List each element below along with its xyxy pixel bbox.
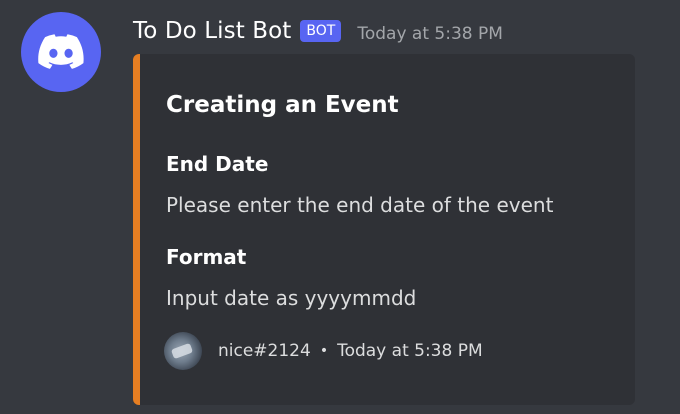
embed-field-value-format: Input date as yyyymmdd	[166, 286, 417, 310]
footer-author-name: nice#2124	[218, 341, 311, 361]
chat-message: To Do List Bot BOT Today at 5:38 PM Crea…	[0, 0, 680, 414]
embed-field-value-end-date: Please enter the end date of the event	[166, 193, 554, 217]
discord-logo-icon	[38, 34, 84, 69]
message-timestamp: Today at 5:38 PM	[357, 23, 503, 44]
message-embed: Creating an Event End Date Please enter …	[133, 54, 635, 405]
embed-field-name-format: Format	[166, 245, 247, 269]
footer-timestamp: Today at 5:38 PM	[337, 341, 483, 361]
message-header: To Do List Bot BOT Today at 5:38 PM	[133, 12, 503, 50]
bot-badge: BOT	[300, 20, 342, 42]
bot-username[interactable]: To Do List Bot	[133, 18, 291, 44]
embed-footer: nice#2124 • Today at 5:38 PM	[164, 331, 483, 371]
embed-title: Creating an Event	[166, 92, 399, 118]
bot-avatar[interactable]	[21, 12, 101, 92]
footer-author-avatar	[164, 332, 202, 370]
footer-separator: •	[319, 343, 329, 359]
embed-field-name-end-date: End Date	[166, 152, 269, 176]
embed-accent-bar	[133, 54, 140, 405]
